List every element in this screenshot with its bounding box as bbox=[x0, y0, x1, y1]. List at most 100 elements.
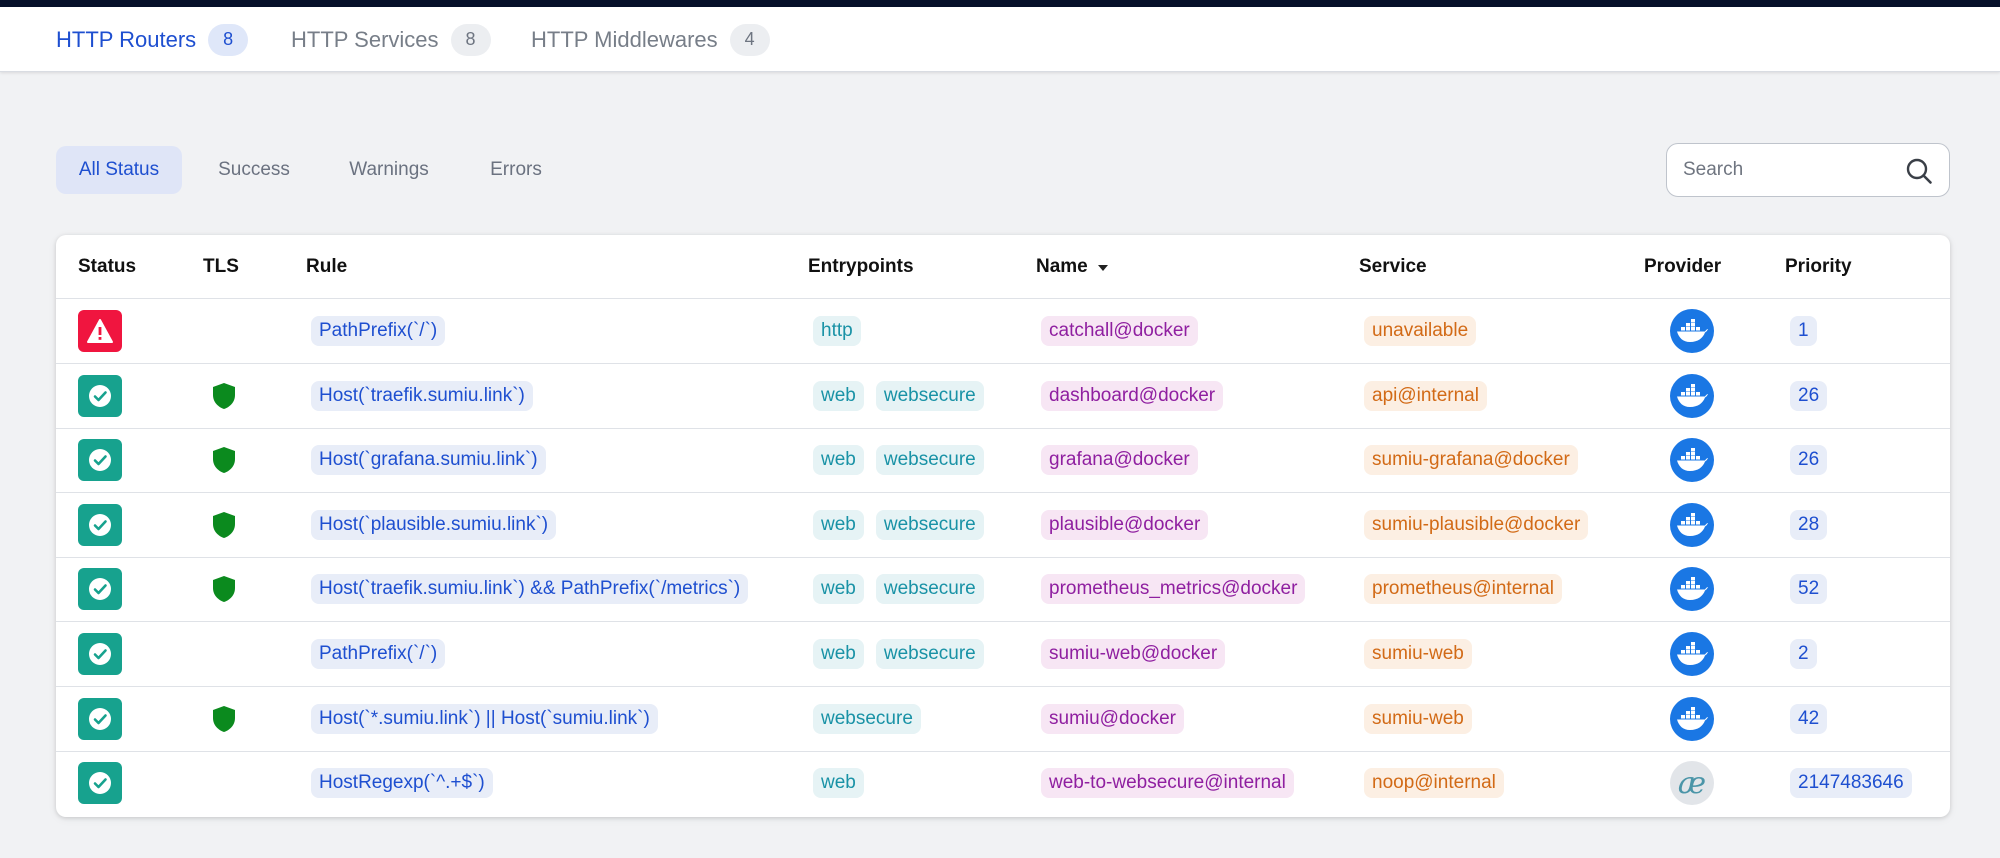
column-header-name-label: Name bbox=[1036, 256, 1088, 277]
router-name-chip: catchall@docker bbox=[1041, 316, 1198, 346]
rule-chip: Host(`traefik.sumiu.link`) bbox=[311, 380, 533, 411]
priority-chip: 2 bbox=[1790, 639, 1817, 669]
column-header-provider[interactable]: Provider bbox=[1644, 235, 1721, 299]
table-row[interactable]: Host(`plausible.sumiu.link`) web websecure… bbox=[56, 493, 1950, 558]
tab-label: HTTP Middlewares bbox=[531, 26, 718, 52]
entrypoint-chip: web bbox=[813, 639, 864, 669]
column-header-service[interactable]: Service bbox=[1359, 235, 1427, 299]
entrypoint-chip: web bbox=[813, 768, 864, 799]
tab-label: HTTP Services bbox=[291, 26, 439, 52]
check-circle-icon bbox=[78, 762, 122, 805]
routers-table: Status TLS Rule Entrypoints Name Service… bbox=[56, 235, 1950, 817]
router-name-chip: sumiu-web@docker bbox=[1041, 639, 1226, 669]
shield-icon bbox=[213, 576, 235, 603]
filter-all-status[interactable]: All Status bbox=[56, 146, 182, 194]
column-header-entrypoints[interactable]: Entrypoints bbox=[808, 235, 914, 299]
table-row[interactable]: PathPrefix(`/`) web websecure sumiu-web@doc… bbox=[56, 622, 1950, 687]
router-name-chip: prometheus_metrics@docker bbox=[1041, 574, 1306, 605]
column-header-tls[interactable]: TLS bbox=[203, 235, 239, 299]
tab-http-middlewares[interactable]: HTTP Middlewares 4 bbox=[531, 7, 770, 72]
internal-provider-icon: æ bbox=[1670, 761, 1714, 806]
column-header-rule[interactable]: Rule bbox=[306, 235, 347, 299]
shield-icon bbox=[213, 705, 235, 732]
check-circle-icon bbox=[78, 374, 122, 417]
shield-icon bbox=[213, 447, 235, 474]
table-row[interactable]: Host(`traefik.sumiu.link`) web websecure da… bbox=[56, 364, 1950, 429]
rule-chip: PathPrefix(`/`) bbox=[311, 639, 446, 669]
top-accent-bar bbox=[0, 0, 2000, 7]
priority-chip: 52 bbox=[1790, 574, 1828, 605]
service-chip: sumiu-grafana@docker bbox=[1364, 445, 1578, 476]
table-row[interactable]: HostRegexp(`^.+$`) web web-to-websecure@in… bbox=[56, 751, 1950, 816]
column-header-name[interactable]: Name bbox=[1036, 235, 1108, 299]
entrypoint-chip: web bbox=[813, 574, 864, 605]
tab-count-badge: 8 bbox=[208, 23, 249, 56]
entrypoint-chip: websecure bbox=[875, 380, 984, 411]
tab-count-badge: 4 bbox=[729, 23, 770, 56]
filter-success[interactable]: Success bbox=[198, 146, 310, 194]
rule-chip: Host(`traefik.sumiu.link`) && PathPrefix… bbox=[311, 574, 749, 605]
priority-chip: 2147483646 bbox=[1790, 768, 1912, 799]
filter-warnings[interactable]: Warnings bbox=[330, 146, 448, 194]
search-input[interactable] bbox=[1683, 159, 1903, 181]
router-name-chip: plausible@docker bbox=[1041, 509, 1209, 540]
service-chip: prometheus@internal bbox=[1364, 574, 1562, 605]
table-row[interactable]: Host(`*.sumiu.link`) || Host(`sumiu.link… bbox=[56, 687, 1950, 752]
router-name-chip: web-to-websecure@internal bbox=[1041, 768, 1294, 799]
priority-chip: 28 bbox=[1790, 509, 1828, 540]
warning-icon bbox=[78, 310, 122, 352]
docker-icon bbox=[1670, 373, 1714, 418]
entrypoint-chip: websecure bbox=[875, 639, 984, 669]
service-chip: sumiu-web bbox=[1364, 639, 1472, 669]
rule-chip: Host(`*.sumiu.link`) || Host(`sumiu.link… bbox=[311, 703, 658, 734]
check-circle-icon bbox=[78, 503, 122, 546]
entrypoint-chip: websecure bbox=[875, 509, 984, 540]
docker-icon bbox=[1670, 309, 1714, 353]
entrypoint-chip: web bbox=[813, 445, 864, 476]
priority-chip: 1 bbox=[1790, 316, 1817, 346]
shield-icon bbox=[213, 511, 235, 538]
docker-icon bbox=[1670, 632, 1714, 676]
priority-chip: 42 bbox=[1790, 703, 1828, 734]
table-row[interactable]: Host(`grafana.sumiu.link`) web websecure gr… bbox=[56, 428, 1950, 494]
rule-chip: Host(`grafana.sumiu.link`) bbox=[311, 445, 546, 476]
entrypoint-chip: web bbox=[813, 380, 864, 411]
rule-chip: PathPrefix(`/`) bbox=[311, 316, 446, 346]
entrypoint-chip: websecure bbox=[875, 445, 984, 476]
check-circle-icon bbox=[78, 439, 122, 482]
tab-label: HTTP Routers bbox=[56, 26, 197, 52]
filter-errors[interactable]: Errors bbox=[472, 146, 560, 194]
search-icon[interactable] bbox=[1905, 157, 1933, 185]
search-box bbox=[1666, 143, 1950, 197]
router-name-chip: dashboard@docker bbox=[1041, 380, 1224, 411]
rule-chip: HostRegexp(`^.+$`) bbox=[311, 768, 493, 799]
entrypoint-chip: http bbox=[813, 316, 861, 346]
check-circle-icon bbox=[78, 568, 122, 611]
service-chip: unavailable bbox=[1364, 316, 1477, 346]
router-name-chip: grafana@docker bbox=[1041, 445, 1198, 476]
router-name-chip: sumiu@docker bbox=[1041, 703, 1184, 734]
table-row[interactable]: Host(`traefik.sumiu.link`) && PathPrefix… bbox=[56, 557, 1950, 623]
check-circle-icon bbox=[78, 633, 122, 675]
docker-icon bbox=[1670, 567, 1714, 612]
resource-tabs: HTTP Routers 8 HTTP Services 8 HTTP Midd… bbox=[0, 7, 2000, 72]
entrypoint-chip: websecure bbox=[875, 574, 984, 605]
entrypoint-chip: websecure bbox=[813, 703, 921, 734]
tab-http-services[interactable]: HTTP Services 8 bbox=[291, 7, 491, 72]
table-row[interactable]: PathPrefix(`/`) http catchall@docker unavai… bbox=[56, 299, 1950, 364]
column-header-status[interactable]: Status bbox=[78, 235, 136, 299]
table-header: Status TLS Rule Entrypoints Name Service… bbox=[56, 235, 1950, 299]
service-chip: noop@internal bbox=[1364, 768, 1504, 799]
service-chip: sumiu-web bbox=[1364, 703, 1472, 734]
check-circle-icon bbox=[78, 697, 122, 740]
entrypoint-chip: web bbox=[813, 509, 864, 540]
service-chip: api@internal bbox=[1364, 380, 1487, 411]
service-chip: sumiu-plausible@docker bbox=[1364, 509, 1589, 540]
tab-count-badge: 8 bbox=[450, 23, 491, 56]
docker-icon bbox=[1670, 502, 1714, 547]
docker-icon bbox=[1670, 696, 1714, 741]
sort-descending-icon bbox=[1097, 265, 1108, 271]
column-header-priority[interactable]: Priority bbox=[1785, 235, 1852, 299]
docker-icon bbox=[1670, 438, 1714, 483]
tab-http-routers[interactable]: HTTP Routers 8 bbox=[56, 7, 249, 72]
